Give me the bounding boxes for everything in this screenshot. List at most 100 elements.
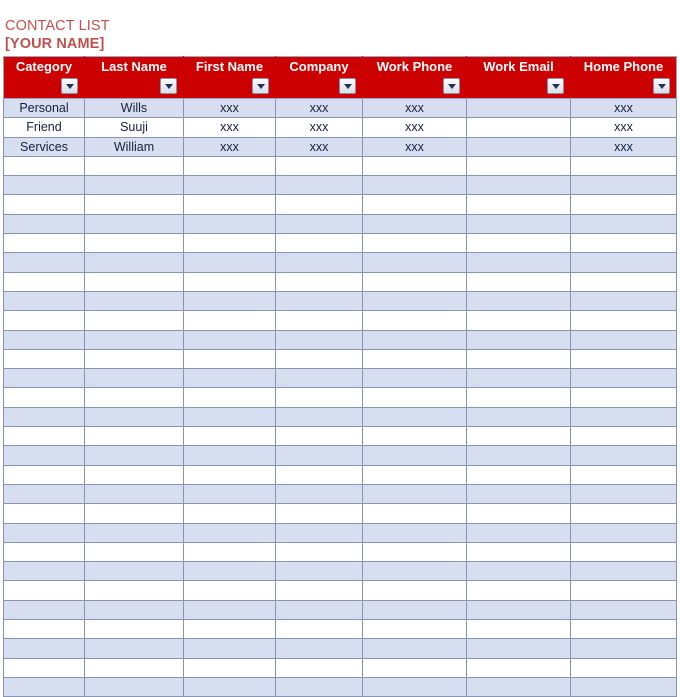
cell-last_name[interactable] bbox=[84, 657, 184, 678]
cell-company[interactable] bbox=[275, 406, 363, 428]
cell-home_phone[interactable] bbox=[570, 290, 677, 312]
cell-home_phone[interactable] bbox=[570, 657, 677, 678]
cell-last_name[interactable] bbox=[84, 329, 184, 350]
table-row-empty[interactable] bbox=[3, 483, 677, 505]
cell-first_name[interactable] bbox=[183, 368, 276, 389]
cell-last_name[interactable]: Wills bbox=[84, 97, 184, 119]
cell-first_name[interactable] bbox=[183, 213, 276, 235]
cell-category[interactable] bbox=[3, 426, 85, 447]
cell-work_email[interactable] bbox=[466, 483, 571, 505]
table-row-empty[interactable] bbox=[3, 464, 677, 485]
cell-first_name[interactable]: xxx bbox=[183, 117, 276, 138]
cell-first_name[interactable] bbox=[183, 348, 276, 370]
table-row-empty[interactable] bbox=[3, 503, 677, 524]
cell-work_phone[interactable] bbox=[362, 213, 467, 235]
filter-dropdown-icon-company[interactable] bbox=[339, 78, 356, 94]
cell-first_name[interactable] bbox=[183, 580, 276, 601]
cell-first_name[interactable] bbox=[183, 175, 276, 196]
cell-home_phone[interactable] bbox=[570, 155, 677, 177]
cell-work_email[interactable] bbox=[466, 522, 571, 543]
cell-home_phone[interactable] bbox=[570, 271, 677, 292]
cell-company[interactable] bbox=[275, 599, 363, 621]
cell-work_phone[interactable] bbox=[362, 175, 467, 196]
cell-first_name[interactable]: xxx bbox=[183, 97, 276, 119]
cell-work_email[interactable] bbox=[466, 657, 571, 678]
cell-home_phone[interactable] bbox=[570, 676, 677, 697]
cell-work_email[interactable] bbox=[466, 676, 571, 697]
table-row-empty[interactable] bbox=[3, 194, 677, 215]
cell-work_email[interactable] bbox=[466, 541, 571, 563]
cell-category[interactable] bbox=[3, 348, 85, 370]
cell-last_name[interactable] bbox=[84, 406, 184, 428]
cell-home_phone[interactable]: xxx bbox=[570, 117, 677, 138]
cell-home_phone[interactable] bbox=[570, 194, 677, 215]
cell-work_email[interactable] bbox=[466, 233, 571, 254]
cell-company[interactable] bbox=[275, 252, 363, 273]
cell-last_name[interactable] bbox=[84, 561, 184, 582]
cell-first_name[interactable] bbox=[183, 406, 276, 428]
cell-home_phone[interactable] bbox=[570, 233, 677, 254]
table-row-empty[interactable] bbox=[3, 657, 677, 678]
cell-work_phone[interactable] bbox=[362, 387, 467, 408]
table-row-empty[interactable] bbox=[3, 329, 677, 350]
cell-company[interactable]: xxx bbox=[275, 97, 363, 119]
cell-last_name[interactable] bbox=[84, 194, 184, 215]
table-row-empty[interactable] bbox=[3, 252, 677, 273]
cell-category[interactable] bbox=[3, 619, 85, 640]
cell-work_phone[interactable] bbox=[362, 445, 467, 466]
cell-first_name[interactable] bbox=[183, 503, 276, 524]
cell-work_email[interactable] bbox=[466, 348, 571, 370]
cell-work_phone[interactable] bbox=[362, 464, 467, 485]
cell-company[interactable] bbox=[275, 310, 363, 331]
cell-work_phone[interactable] bbox=[362, 233, 467, 254]
cell-category[interactable] bbox=[3, 561, 85, 582]
cell-home_phone[interactable] bbox=[570, 329, 677, 350]
cell-work_phone[interactable] bbox=[362, 290, 467, 312]
cell-work_phone[interactable] bbox=[362, 348, 467, 370]
cell-category[interactable]: Friend bbox=[3, 117, 85, 138]
cell-last_name[interactable]: Suuji bbox=[84, 117, 184, 138]
cell-first_name[interactable] bbox=[183, 638, 276, 659]
cell-category[interactable] bbox=[3, 657, 85, 678]
cell-home_phone[interactable] bbox=[570, 348, 677, 370]
cell-category[interactable] bbox=[3, 676, 85, 697]
cell-first_name[interactable] bbox=[183, 657, 276, 678]
cell-company[interactable] bbox=[275, 522, 363, 543]
filter-dropdown-icon-home_phone[interactable] bbox=[653, 78, 670, 94]
cell-work_phone[interactable] bbox=[362, 252, 467, 273]
cell-last_name[interactable] bbox=[84, 619, 184, 640]
cell-work_email[interactable] bbox=[466, 329, 571, 350]
cell-first_name[interactable] bbox=[183, 464, 276, 485]
cell-home_phone[interactable] bbox=[570, 580, 677, 601]
cell-work_email[interactable] bbox=[466, 252, 571, 273]
cell-last_name[interactable] bbox=[84, 233, 184, 254]
cell-company[interactable] bbox=[275, 290, 363, 312]
cell-home_phone[interactable] bbox=[570, 406, 677, 428]
table-row-empty[interactable] bbox=[3, 348, 677, 370]
cell-first_name[interactable] bbox=[183, 252, 276, 273]
cell-last_name[interactable] bbox=[84, 175, 184, 196]
cell-first_name[interactable] bbox=[183, 233, 276, 254]
cell-home_phone[interactable] bbox=[570, 599, 677, 621]
cell-work_email[interactable] bbox=[466, 599, 571, 621]
cell-category[interactable]: Personal bbox=[3, 97, 85, 119]
cell-company[interactable] bbox=[275, 561, 363, 582]
cell-work_email[interactable] bbox=[466, 638, 571, 659]
filter-dropdown-icon-work_email[interactable] bbox=[547, 78, 564, 94]
cell-work_email[interactable] bbox=[466, 155, 571, 177]
cell-category[interactable] bbox=[3, 503, 85, 524]
cell-work_email[interactable] bbox=[466, 175, 571, 196]
cell-category[interactable] bbox=[3, 194, 85, 215]
table-row-empty[interactable] bbox=[3, 271, 677, 292]
table-row-empty[interactable] bbox=[3, 619, 677, 640]
cell-category[interactable] bbox=[3, 541, 85, 563]
table-row-empty[interactable] bbox=[3, 175, 677, 196]
cell-last_name[interactable] bbox=[84, 155, 184, 177]
cell-work_email[interactable] bbox=[466, 406, 571, 428]
cell-work_phone[interactable] bbox=[362, 310, 467, 331]
cell-home_phone[interactable] bbox=[570, 619, 677, 640]
cell-work_email[interactable] bbox=[466, 368, 571, 389]
cell-work_phone[interactable] bbox=[362, 406, 467, 428]
cell-company[interactable] bbox=[275, 445, 363, 466]
cell-work_email[interactable] bbox=[466, 464, 571, 485]
